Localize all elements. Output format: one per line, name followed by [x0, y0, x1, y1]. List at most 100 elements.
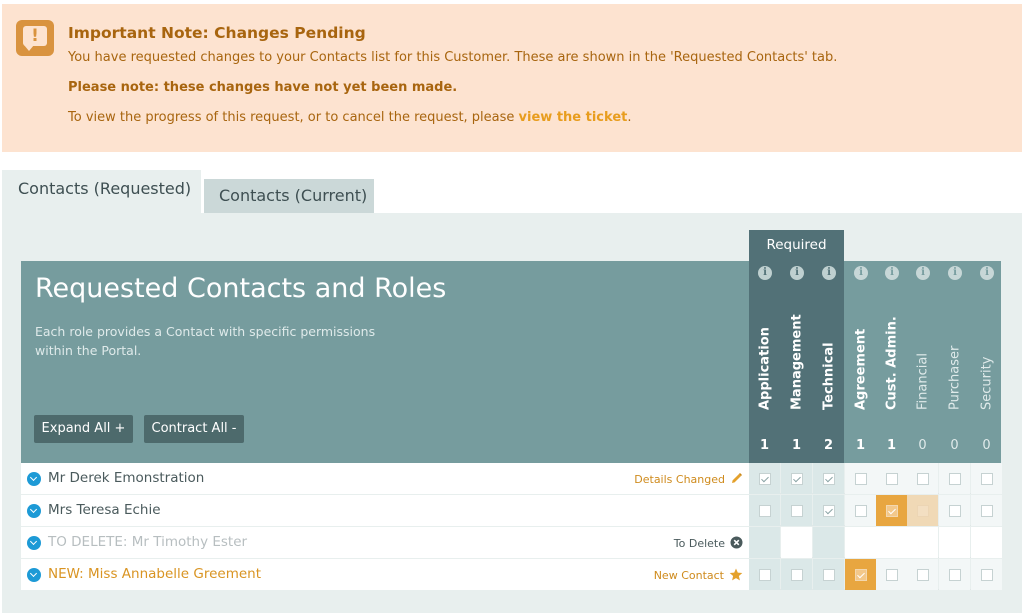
role-cell [749, 527, 780, 558]
role-checkbox[interactable] [759, 473, 771, 485]
role-checkbox[interactable] [917, 505, 929, 517]
role-checkbox[interactable] [759, 569, 771, 581]
contact-name-cell: Mrs Teresa Echie [21, 495, 749, 526]
role-count: 1 [855, 438, 866, 453]
role-cell [907, 527, 938, 558]
role-checkbox[interactable] [823, 505, 835, 517]
role-cell [876, 495, 907, 526]
role-cell [845, 527, 876, 558]
role-checkbox[interactable] [791, 473, 803, 485]
info-icon[interactable]: i [758, 266, 772, 280]
role-checkbox[interactable] [949, 569, 961, 581]
info-icon[interactable]: i [790, 266, 804, 280]
tab-contacts-current[interactable]: Contacts (Current) [204, 179, 374, 213]
role-checkbox[interactable] [981, 569, 993, 581]
pencil-icon [730, 472, 743, 488]
role-column-management: i Management 1 [781, 261, 812, 463]
role-count: 1 [791, 438, 802, 453]
role-cell [813, 527, 844, 558]
contract-all-button[interactable]: Contract All - [144, 415, 244, 443]
notice-title: Important Note: Changes Pending [68, 24, 366, 42]
role-checkbox[interactable] [886, 505, 898, 517]
role-cell [876, 559, 907, 590]
role-cell [971, 527, 1002, 558]
role-cell [971, 559, 1002, 590]
info-icon[interactable]: i [885, 266, 899, 280]
notice-warning: Please note: these changes have not yet … [68, 80, 458, 95]
role-label: Financial [915, 353, 931, 410]
role-checkbox[interactable] [917, 473, 929, 485]
role-cell [813, 559, 844, 590]
table-row[interactable]: TO DELETE: Mr Timothy Ester To Delete [21, 527, 1002, 558]
info-icon[interactable]: i [980, 266, 994, 280]
role-checkbox[interactable] [823, 569, 835, 581]
table-row[interactable]: Mr Derek Emonstration Details Changed [21, 463, 1002, 494]
role-checkbox[interactable] [917, 569, 929, 581]
contact-name[interactable]: NEW: Miss Annabelle Greement [48, 566, 261, 582]
role-cell [749, 463, 780, 494]
role-checkbox[interactable] [759, 505, 771, 517]
role-cell [781, 559, 812, 590]
role-cell [845, 559, 876, 590]
header-description: Each role provides a Contact with specif… [35, 324, 376, 358]
role-cell [876, 527, 907, 558]
role-column-application: i Application 1 [749, 261, 780, 463]
role-cell [845, 495, 876, 526]
contact-name[interactable]: TO DELETE: Mr Timothy Ester [48, 534, 247, 550]
role-checkbox[interactable] [855, 505, 867, 517]
role-column-cust-admin: i Cust. Admin. 1 [876, 261, 907, 463]
role-column-technical: i Technical 2 [813, 261, 844, 463]
role-checkbox[interactable] [855, 569, 867, 581]
role-checkbox[interactable] [981, 473, 993, 485]
role-label: Security [979, 356, 995, 410]
view-ticket-link[interactable]: view the ticket [519, 110, 628, 125]
role-checkbox[interactable] [855, 473, 867, 485]
notice-ticket-line: To view the progress of this request, or… [68, 110, 632, 125]
contact-name-cell: TO DELETE: Mr Timothy Ester To Delete [21, 527, 749, 558]
info-icon[interactable]: i [916, 266, 930, 280]
role-cell [813, 463, 844, 494]
role-cell [907, 463, 938, 494]
role-cell [907, 495, 938, 526]
info-icon[interactable]: i [948, 266, 962, 280]
chevron-down-icon[interactable] [27, 536, 41, 550]
role-cell [971, 463, 1002, 494]
expand-all-button[interactable]: Expand All + [34, 415, 133, 443]
role-label: Management [789, 314, 805, 410]
role-cell [907, 559, 938, 590]
chevron-down-icon[interactable] [27, 504, 41, 518]
role-cell [845, 463, 876, 494]
role-cell [876, 463, 907, 494]
role-label: Technical [821, 342, 837, 410]
role-checkbox[interactable] [791, 569, 803, 581]
role-checkbox[interactable] [949, 473, 961, 485]
role-column-security: i Security 0 [971, 261, 1002, 463]
info-icon[interactable]: i [822, 266, 836, 280]
role-label: Cust. Admin. [884, 316, 900, 410]
role-cell [781, 463, 812, 494]
table-row[interactable]: Mrs Teresa Echie [21, 495, 1002, 526]
role-count: 2 [823, 438, 834, 453]
role-label: Agreement [853, 328, 869, 410]
role-count: 0 [918, 438, 927, 453]
role-cell [749, 559, 780, 590]
role-checkbox[interactable] [886, 473, 898, 485]
tab-contacts-requested[interactable]: Contacts (Requested) [2, 170, 201, 214]
contact-name-cell: NEW: Miss Annabelle Greement New Contact [21, 559, 749, 590]
role-cell [939, 559, 970, 590]
role-column-financial: i Financial 0 [907, 261, 938, 463]
contact-name[interactable]: Mr Derek Emonstration [48, 470, 204, 486]
role-checkbox[interactable] [886, 569, 898, 581]
role-checkbox[interactable] [823, 473, 835, 485]
role-checkbox[interactable] [791, 505, 803, 517]
contact-name[interactable]: Mrs Teresa Echie [48, 502, 161, 518]
role-count: 0 [950, 438, 959, 453]
table-row[interactable]: NEW: Miss Annabelle Greement New Contact [21, 559, 1002, 590]
role-count: 1 [759, 438, 770, 453]
chevron-down-icon[interactable] [27, 568, 41, 582]
role-checkbox[interactable] [981, 505, 993, 517]
role-checkbox[interactable] [949, 505, 961, 517]
role-cell [939, 463, 970, 494]
info-icon[interactable]: i [854, 266, 868, 280]
chevron-down-icon[interactable] [27, 472, 41, 486]
